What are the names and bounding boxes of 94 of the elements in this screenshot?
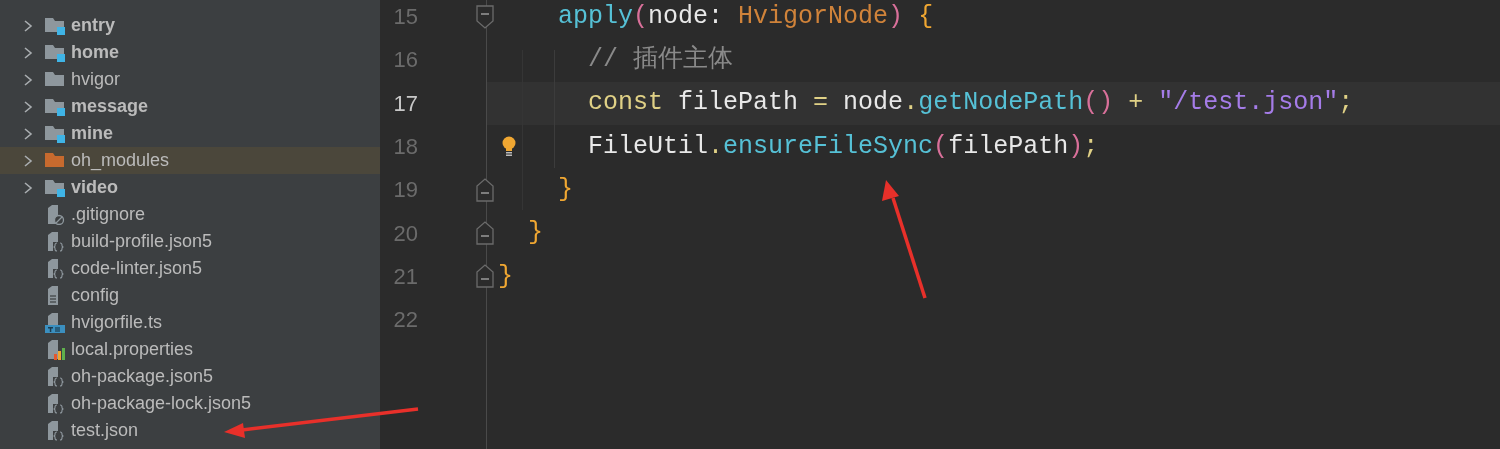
code-token: ensureFileSync <box>723 130 934 163</box>
line-number: 19 <box>392 176 418 205</box>
chevron-icon[interactable] <box>23 180 33 195</box>
tree-item[interactable]: home <box>0 39 380 66</box>
code-token: } <box>528 217 544 250</box>
fold-marker-icon[interactable] <box>475 263 495 290</box>
tree-item[interactable]: config <box>0 282 380 309</box>
fold-marker-icon[interactable] <box>475 220 495 247</box>
code-token: FileUtil <box>588 130 709 163</box>
line-number: 15 <box>392 3 418 32</box>
line-number: 17 <box>392 89 418 118</box>
tree-item[interactable]: message <box>0 93 380 120</box>
ignored-file-icon <box>45 204 65 225</box>
code-token: ; <box>1338 87 1354 120</box>
code-token: ) <box>1068 130 1084 163</box>
code-token: ( <box>633 0 649 33</box>
code-token: HvigorNode <box>738 0 889 33</box>
folder-icon <box>45 16 65 35</box>
file-name: .gitignore <box>71 203 146 226</box>
fold-marker-icon[interactable] <box>475 3 495 30</box>
folder-icon <box>45 178 65 197</box>
chevron-icon[interactable] <box>23 18 33 33</box>
code-token: const <box>588 87 664 120</box>
code-token: // 插件主体 <box>588 44 734 77</box>
file-name: home <box>71 41 119 64</box>
file-name: oh-package-lock.json5 <box>71 392 252 415</box>
code-token: "/test.json" <box>1158 87 1339 120</box>
tree-item[interactable]: .gitignore <box>0 201 380 228</box>
typescript-file-icon <box>45 312 65 333</box>
line-number: 16 <box>392 46 418 75</box>
file-name: video <box>71 176 118 199</box>
code-token: node <box>843 87 904 120</box>
code-token: . <box>708 130 724 163</box>
folder-icon <box>45 70 65 89</box>
tree-item[interactable]: oh_modules <box>0 147 380 174</box>
file-name: oh_modules <box>71 149 170 173</box>
chevron-icon[interactable] <box>23 99 33 114</box>
file-name: oh-package.json5 <box>71 365 214 388</box>
code-token: filePath <box>948 130 1069 163</box>
tree-item[interactable]: video <box>0 174 380 201</box>
file-name: test.json <box>71 419 139 442</box>
tree-item[interactable]: local.properties <box>0 336 380 363</box>
json-file-icon <box>45 420 65 441</box>
code-token: node: <box>648 0 725 33</box>
code-token: = <box>813 87 829 120</box>
fold-marker-icon[interactable] <box>475 176 495 203</box>
tree-item[interactable]: code-linter.json5 <box>0 255 380 282</box>
code-token: () <box>1083 87 1114 120</box>
tree-item[interactable]: hvigorfile.ts <box>0 309 380 336</box>
code-token: getNodePath <box>918 87 1084 120</box>
code-token: } <box>558 174 574 207</box>
tree-item[interactable]: oh-package-lock.json5 <box>0 390 380 417</box>
file-name: local.properties <box>71 338 194 361</box>
code-token: apply <box>558 0 634 33</box>
line-number: 20 <box>392 219 418 248</box>
tree-item[interactable]: build-profile.json5 <box>0 228 380 255</box>
line-number: 21 <box>392 262 418 291</box>
file-name: entry <box>71 14 115 37</box>
line-number: 18 <box>392 133 418 162</box>
folder-icon <box>45 151 65 170</box>
json-file-icon <box>45 366 65 387</box>
folder-icon <box>45 97 65 116</box>
code-token: ; <box>1083 130 1099 163</box>
tree-item[interactable]: test.json <box>0 417 380 444</box>
folder-icon <box>45 43 65 62</box>
tree-item[interactable]: entry <box>0 12 380 39</box>
code-token: } <box>498 260 513 293</box>
lightbulb-icon[interactable] <box>501 135 517 158</box>
code-token: . <box>903 87 919 120</box>
file-name: mine <box>71 122 113 145</box>
file-name: hvigor <box>71 68 121 91</box>
tree-item[interactable]: hvigor <box>0 66 380 93</box>
file-name: hvigorfile.ts <box>71 311 163 334</box>
file-name: config <box>71 284 120 307</box>
code-token: + <box>1128 87 1144 120</box>
tree-item[interactable]: mine <box>0 120 380 147</box>
chevron-icon[interactable] <box>23 153 33 168</box>
json-file-icon <box>45 393 65 414</box>
folder-icon <box>45 124 65 143</box>
json-file-icon <box>45 258 65 279</box>
chevron-icon[interactable] <box>23 45 33 60</box>
code-token: ) <box>888 0 904 33</box>
code-token: ( <box>933 130 949 163</box>
code-token: filePath <box>678 87 800 120</box>
file-name: message <box>71 95 149 118</box>
file-name: code-linter.json5 <box>71 257 203 280</box>
chart-file-icon <box>45 339 65 360</box>
line-number: 22 <box>392 306 418 335</box>
file-name: build-profile.json5 <box>71 230 213 253</box>
chevron-icon[interactable] <box>23 72 33 87</box>
json-file-icon <box>45 231 65 252</box>
code-token: { <box>918 0 934 33</box>
chevron-icon[interactable] <box>23 126 33 141</box>
tree-item[interactable]: oh-package.json5 <box>0 363 380 390</box>
